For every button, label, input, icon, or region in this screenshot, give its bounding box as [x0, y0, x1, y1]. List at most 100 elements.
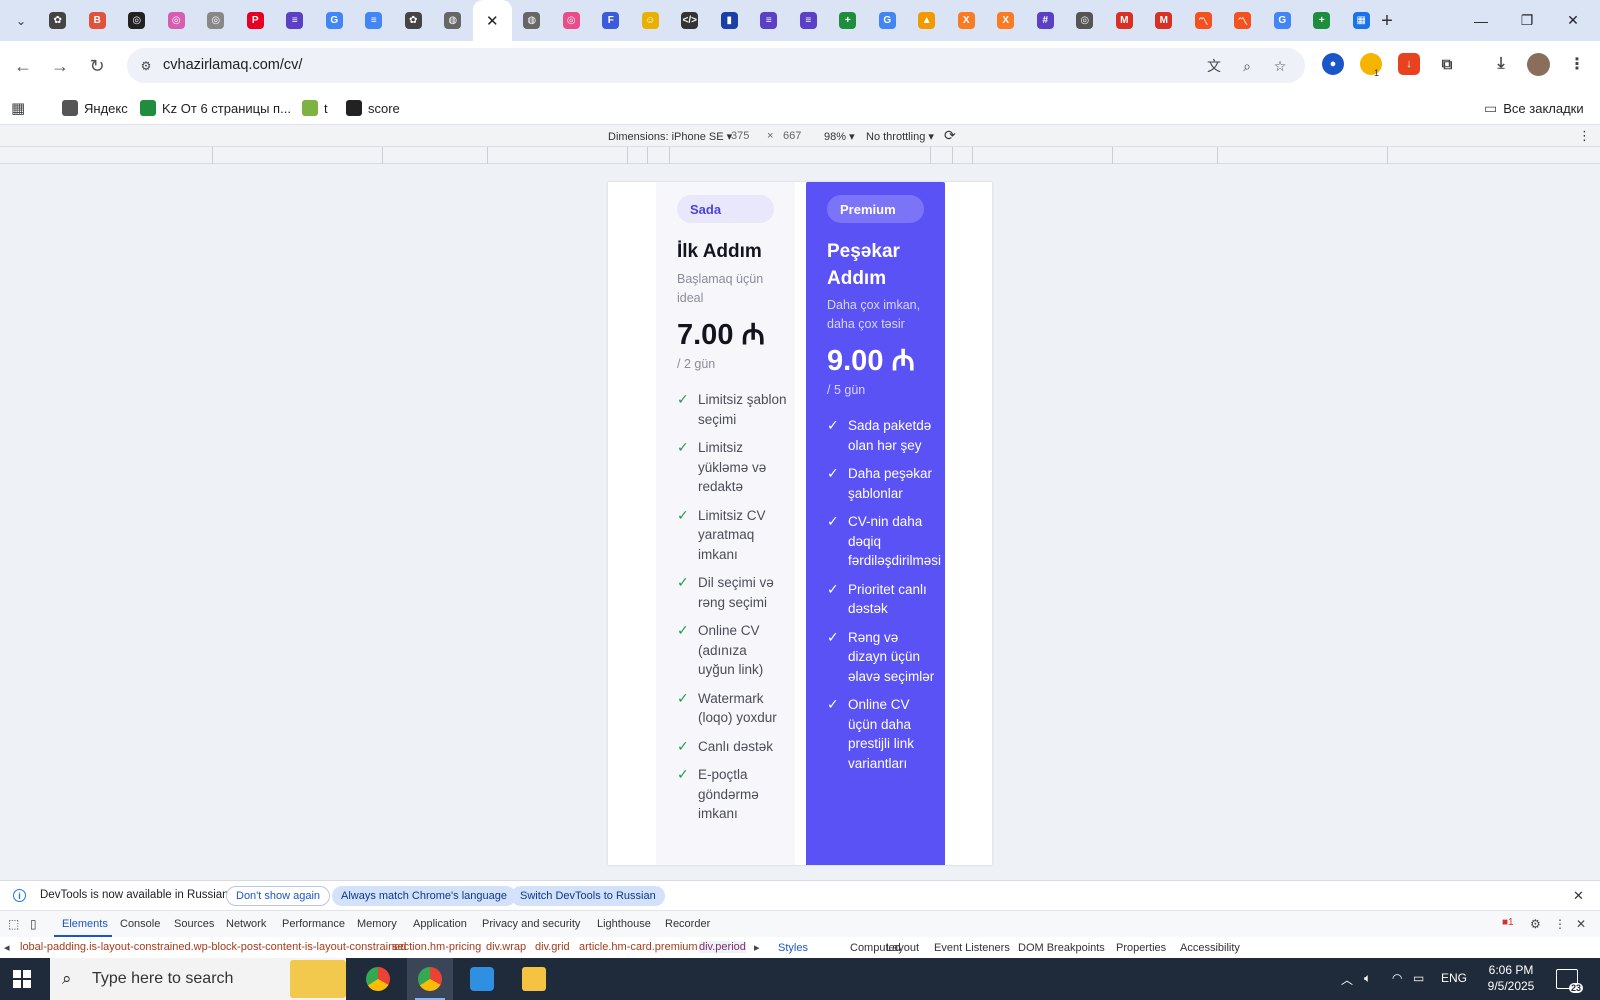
browser-tab[interactable]: ◎: [552, 0, 592, 41]
volume-icon[interactable]: 🔈︎: [1364, 971, 1371, 986]
zoom-icon[interactable]: ⌕: [1236, 55, 1258, 77]
devtools-tab-network[interactable]: Network: [226, 918, 266, 930]
browser-tab[interactable]: +: [828, 0, 868, 41]
throttling-select[interactable]: No throttling ▾: [866, 130, 934, 143]
browser-tab[interactable]: M: [1105, 0, 1145, 41]
rotate-icon[interactable]: ⟳: [944, 127, 956, 144]
tab-search-chevron-icon[interactable]: ⌄: [9, 9, 33, 33]
all-bookmarks-folder[interactable]: ▭ Все закладки: [1484, 98, 1584, 118]
browser-tab[interactable]: ◍: [433, 0, 473, 41]
styles-tab-properties[interactable]: Properties: [1116, 942, 1166, 954]
devtools-tab-lighthouse[interactable]: Lighthouse: [597, 918, 651, 930]
browser-tab[interactable]: ✕: [472, 0, 512, 41]
bookmark-item[interactable]: t: [302, 98, 328, 118]
browser-tab[interactable]: X: [986, 0, 1026, 41]
bookmark-item[interactable]: Kz От 6 страницы п...: [140, 98, 291, 118]
dont-show-again-button[interactable]: Don't show again: [226, 886, 331, 906]
styles-tab-layout[interactable]: Layout: [886, 942, 919, 954]
browser-tab[interactable]: ✿: [394, 0, 434, 41]
extension-blue-icon[interactable]: ●: [1322, 53, 1344, 75]
device-toggle-icon[interactable]: ▯: [30, 917, 37, 931]
browser-tab[interactable]: M: [1144, 0, 1184, 41]
restore-icon[interactable]: ❐: [1504, 0, 1550, 41]
always-match-language-button[interactable]: Always match Chrome's language: [332, 886, 516, 906]
browser-tab[interactable]: 〽: [1223, 0, 1263, 41]
browser-tab[interactable]: ≡: [275, 0, 315, 41]
devtools-close-icon[interactable]: ✕: [1576, 917, 1586, 931]
breadcrumb-scroll-right-icon[interactable]: ▸: [754, 941, 760, 954]
apps-grid-icon[interactable]: ▦: [11, 98, 25, 118]
browser-tab[interactable]: B: [78, 0, 118, 41]
devtools-tab-application[interactable]: Application: [413, 918, 467, 930]
breadcrumb-item[interactable]: div.grid: [535, 941, 570, 953]
devtools-tab-console[interactable]: Console: [120, 918, 160, 930]
browser-tab[interactable]: 〽: [1184, 0, 1224, 41]
switch-to-russian-button[interactable]: Switch DevTools to Russian: [511, 886, 665, 906]
browser-tab[interactable]: </>: [670, 0, 710, 41]
devtools-tab-sources[interactable]: Sources: [174, 918, 214, 930]
taskbar-vscode-icon[interactable]: [459, 958, 505, 1000]
devtools-tab-privacy-and-security[interactable]: Privacy and security: [482, 918, 580, 930]
device-width-input[interactable]: 375: [731, 130, 749, 142]
browser-tab[interactable]: ≡: [354, 0, 394, 41]
taskbar-chrome-active-icon[interactable]: [407, 958, 453, 1000]
error-counter[interactable]: ■1: [1502, 917, 1514, 928]
breadcrumb-item[interactable]: section.hm-pricing: [392, 941, 481, 953]
windows-start-icon[interactable]: [13, 970, 31, 988]
inspect-element-icon[interactable]: ⬚: [8, 917, 19, 931]
menu-kebab-icon[interactable]: ⋮: [1566, 53, 1588, 75]
browser-tab[interactable]: ◎: [117, 0, 157, 41]
taskbar-search-box[interactable]: ⌕ Type here to search: [50, 958, 346, 1000]
address-bar[interactable]: ⚙ cvhazirlamaq.com/cv/ 文 ⌕ ☆: [127, 48, 1305, 83]
notification-center-icon[interactable]: 23: [1556, 969, 1583, 993]
profile-avatar[interactable]: [1527, 53, 1550, 76]
devtools-menu-icon[interactable]: ⋮: [1554, 917, 1566, 931]
devtools-tab-memory[interactable]: Memory: [357, 918, 397, 930]
browser-tab[interactable]: ◎: [196, 0, 236, 41]
styles-tab-styles[interactable]: Styles: [778, 942, 808, 954]
breadcrumb-scroll-left-icon[interactable]: ◂: [4, 941, 10, 954]
browser-tab[interactable]: #: [1026, 0, 1066, 41]
close-icon[interactable]: ✕: [484, 12, 501, 30]
battery-icon[interactable]: ▭: [1413, 971, 1424, 985]
browser-tab[interactable]: P: [236, 0, 276, 41]
browser-tab[interactable]: ▮: [710, 0, 750, 41]
browser-tab[interactable]: X: [947, 0, 987, 41]
device-dimensions-select[interactable]: Dimensions: iPhone SE ▾: [608, 130, 732, 143]
site-info-icon[interactable]: ⚙: [136, 56, 156, 76]
new-tab-plus-icon[interactable]: +: [1374, 8, 1400, 34]
styles-tab-dom-breakpoints[interactable]: DOM Breakpoints: [1018, 942, 1105, 954]
browser-tab[interactable]: ✿: [38, 0, 78, 41]
styles-tab-event-listeners[interactable]: Event Listeners: [934, 942, 1010, 954]
devtools-tab-performance[interactable]: Performance: [282, 918, 345, 930]
browser-tab[interactable]: F: [591, 0, 631, 41]
breadcrumb-item[interactable]: div.wrap: [486, 941, 526, 953]
browser-tab[interactable]: ☺: [631, 0, 671, 41]
browser-tab[interactable]: G: [1263, 0, 1303, 41]
taskbar-chrome-icon[interactable]: [355, 958, 401, 1000]
browser-tab[interactable]: ≡: [749, 0, 789, 41]
device-menu-icon[interactable]: ⋮: [1578, 128, 1591, 144]
reload-icon[interactable]: ↻: [83, 52, 111, 80]
browser-tab[interactable]: ≡: [789, 0, 829, 41]
zoom-select[interactable]: 98% ▾: [824, 130, 855, 143]
infobar-close-icon[interactable]: ✕: [1573, 888, 1584, 904]
forward-arrow-icon[interactable]: →: [46, 52, 74, 80]
window-close-icon[interactable]: ✕: [1550, 0, 1596, 41]
taskbar-file-explorer-icon[interactable]: [511, 958, 557, 1000]
browser-tab[interactable]: ◎: [157, 0, 197, 41]
bookmark-item[interactable]: Яндекс: [62, 98, 128, 118]
devtools-tab-recorder[interactable]: Recorder: [665, 918, 710, 930]
language-indicator[interactable]: ENG: [1441, 971, 1467, 985]
breadcrumb-item[interactable]: article.hm-card.premium: [579, 941, 698, 953]
styles-tab-accessibility[interactable]: Accessibility: [1180, 942, 1240, 954]
back-arrow-icon[interactable]: ←: [9, 52, 37, 80]
browser-tab[interactable]: G: [315, 0, 355, 41]
browser-tab[interactable]: ◎: [1065, 0, 1105, 41]
browser-tab[interactable]: ◍: [512, 0, 552, 41]
browser-tab[interactable]: +: [1302, 0, 1342, 41]
network-icon[interactable]: ◠: [1392, 971, 1402, 985]
browser-tab[interactable]: ▲: [907, 0, 947, 41]
breadcrumb-item[interactable]: lobal-padding.is-layout-constrained.wp-b…: [20, 941, 406, 953]
devtools-tab-elements[interactable]: Elements: [62, 918, 108, 930]
